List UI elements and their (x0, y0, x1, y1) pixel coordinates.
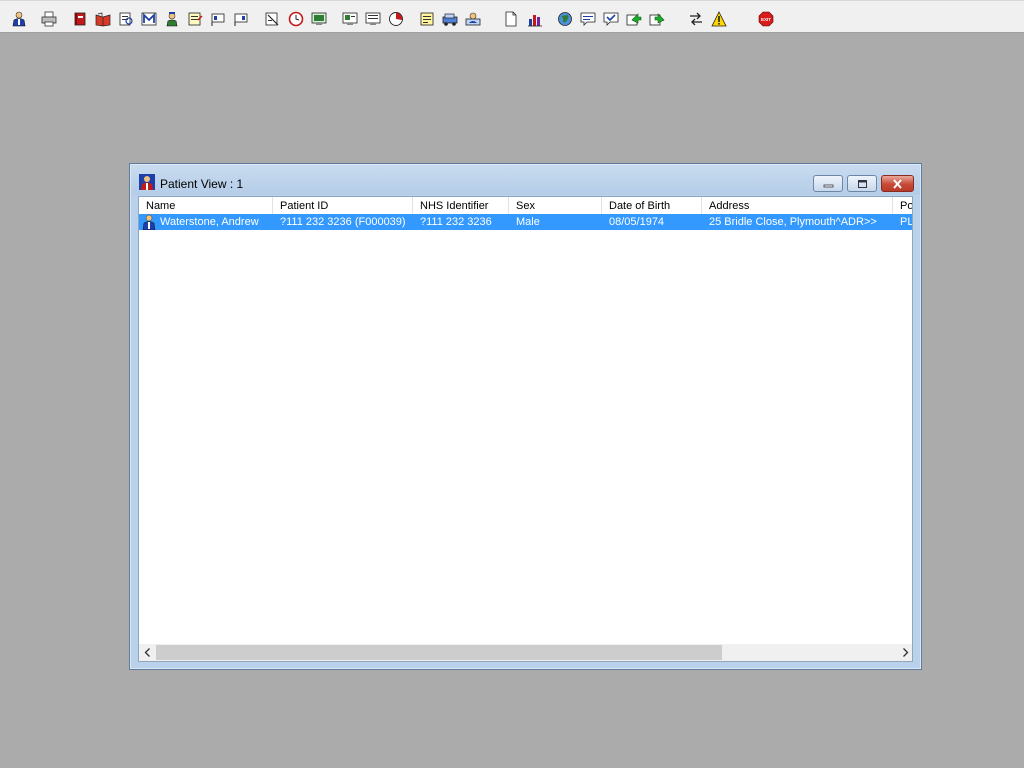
edit-document-icon (265, 12, 279, 26)
column-header-patient-id[interactable]: Patient ID (273, 197, 413, 215)
column-header-address[interactable]: Address (702, 197, 893, 215)
patient-button[interactable] (9, 8, 29, 30)
cell-date-of-birth: 08/05/1974 (609, 216, 665, 228)
monitor-icon (311, 12, 327, 25)
exit-button[interactable]: EXIT (756, 8, 776, 30)
person-card-icon (465, 12, 481, 26)
chevron-right-icon (903, 648, 909, 657)
bar-chart-button[interactable] (525, 8, 545, 30)
person-card-button[interactable] (463, 8, 483, 30)
vehicle-button[interactable] (440, 8, 460, 30)
chart-circle-button[interactable] (386, 8, 406, 30)
vehicle-icon (442, 13, 458, 26)
chevron-left-icon (144, 648, 150, 657)
cell-sex: Male (516, 216, 540, 228)
green-arrow-icon (649, 13, 665, 26)
minimize-button[interactable] (813, 175, 843, 192)
maximize-icon (857, 179, 867, 188)
warning-icon (711, 11, 727, 27)
screen-icon (342, 12, 358, 25)
patient-view-window: Patient View : 1 Name Patient ID NHS Ide… (129, 163, 922, 670)
clock-icon (288, 11, 304, 27)
swap-button[interactable] (686, 8, 706, 30)
document-search-button[interactable] (116, 8, 136, 30)
list-header: Name Patient ID NHS Identifier Sex Date … (139, 197, 912, 215)
close-icon (893, 178, 902, 189)
chart-circle-icon (389, 12, 403, 26)
book-icon (74, 12, 86, 26)
message-1-button[interactable] (578, 8, 598, 30)
form-icon (188, 12, 203, 26)
arrow-green-2-button[interactable] (647, 8, 667, 30)
exit-icon: EXIT (758, 11, 774, 27)
swap-icon (690, 12, 702, 26)
exit-icon-label: EXIT (761, 17, 771, 22)
edit-document-button[interactable] (262, 8, 282, 30)
blank-page-button[interactable] (501, 8, 521, 30)
column-header-date-of-birth[interactable]: Date of Birth (602, 197, 702, 215)
close-button[interactable] (881, 175, 914, 192)
open-book-icon (95, 12, 111, 27)
maximize-button[interactable] (847, 175, 877, 192)
horizontal-scrollbar[interactable] (139, 644, 912, 661)
flag-2-button[interactable] (231, 8, 251, 30)
screen-icon (365, 12, 381, 25)
mail-m-icon (141, 12, 157, 26)
mail-button[interactable] (139, 8, 159, 30)
arrow-green-1-button[interactable] (624, 8, 644, 30)
blank-page-icon (505, 11, 517, 27)
minimize-icon (823, 184, 833, 187)
column-header-sex[interactable]: Sex (509, 197, 602, 215)
green-arrow-icon (626, 13, 642, 26)
window-titlebar[interactable]: Patient View : 1 (131, 165, 920, 195)
doctor-icon (166, 12, 178, 27)
scroll-right-button[interactable] (897, 644, 912, 661)
doctor-button[interactable] (162, 8, 182, 30)
printer-icon (41, 11, 57, 27)
screen-2-button[interactable] (363, 8, 383, 30)
book-button[interactable] (70, 8, 90, 30)
clock-button[interactable] (286, 8, 306, 30)
form-button[interactable] (185, 8, 205, 30)
patient-icon (12, 11, 26, 27)
notes-icon (420, 12, 434, 26)
scrollbar-thumb[interactable] (156, 645, 722, 660)
print-button[interactable] (39, 8, 59, 30)
cell-postcode: PL (900, 216, 913, 228)
message-icon (580, 12, 596, 26)
flag-icon (211, 13, 225, 26)
message-check-button[interactable] (601, 8, 621, 30)
cell-patient-id: ?111 232 3236 (F000039) (280, 216, 406, 228)
main-toolbar: EXIT (0, 0, 1024, 33)
column-header-nhs-identifier[interactable]: NHS Identifier (413, 197, 509, 215)
cell-nhs-identifier: ?111 232 3236 (420, 216, 492, 228)
bar-chart-icon (528, 15, 542, 27)
globe-button[interactable] (555, 8, 575, 30)
scroll-left-button[interactable] (139, 644, 156, 661)
table-row[interactable]: Waterstone, Andrew ?111 232 3236 (F00003… (139, 214, 913, 230)
monitor-button[interactable] (309, 8, 329, 30)
cell-address: 25 Bridle Close, Plymouth^ADR>> (709, 216, 877, 228)
message-check-icon (603, 12, 619, 26)
column-header-postcode[interactable]: Po (893, 197, 912, 215)
flag-icon (234, 13, 248, 26)
screen-1-button[interactable] (340, 8, 360, 30)
patient-icon (139, 174, 155, 190)
document-search-icon (119, 12, 133, 26)
cell-name: Waterstone, Andrew (160, 216, 259, 228)
flag-1-button[interactable] (208, 8, 228, 30)
notes-button[interactable] (417, 8, 437, 30)
open-book-button[interactable] (93, 8, 113, 30)
window-title: Patient View : 1 (160, 177, 244, 191)
globe-icon (558, 12, 572, 26)
column-header-name[interactable]: Name (139, 197, 273, 215)
patient-list-view[interactable]: Name Patient ID NHS Identifier Sex Date … (138, 196, 913, 662)
warning-button[interactable] (709, 8, 729, 30)
